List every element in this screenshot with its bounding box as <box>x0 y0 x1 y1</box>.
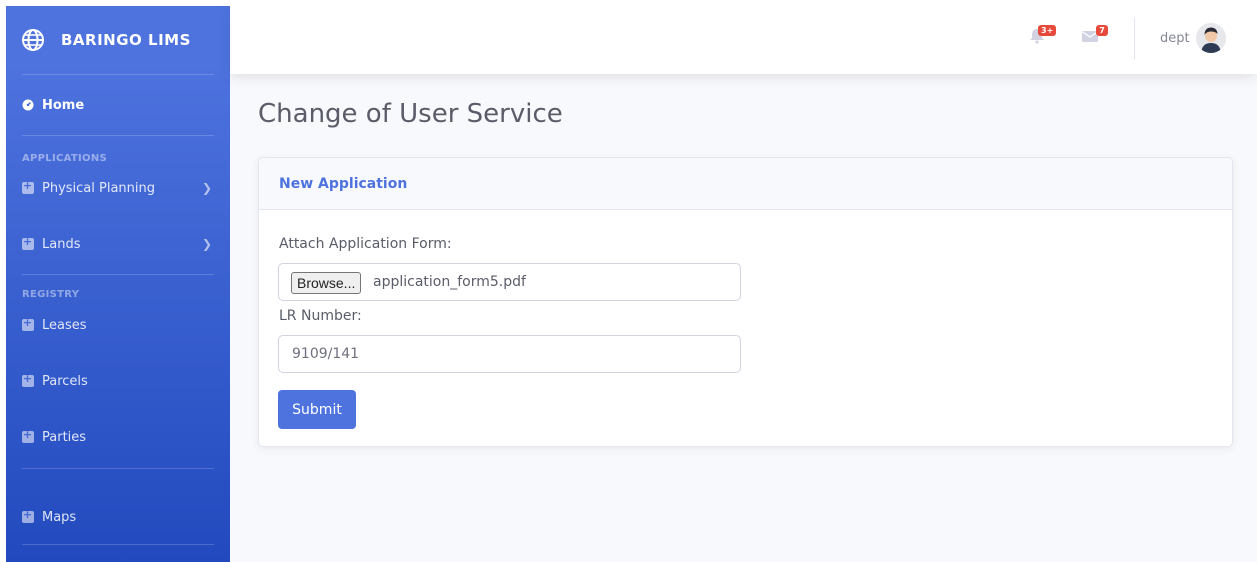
page-title: Change of User Service <box>258 99 563 129</box>
sidebar-item-home[interactable]: Home <box>6 75 230 135</box>
sidebar-item-label: Parcels <box>42 373 88 389</box>
app-frame: BARINGO LIMS Home APPLICATIONS Physical … <box>6 6 1257 562</box>
sidebar-item-parties[interactable]: Parties <box>6 416 230 458</box>
selected-file-name: application_form5.pdf <box>373 274 526 290</box>
sidebar-brand[interactable]: BARINGO LIMS <box>6 6 230 74</box>
lr-number-input[interactable] <box>278 335 741 373</box>
sidebar-item-physical-planning[interactable]: Physical Planning ❯ <box>6 168 230 208</box>
avatar[interactable] <box>1196 23 1226 53</box>
sidebar-heading-applications: APPLICATIONS <box>22 153 108 164</box>
sidebar-item-label: Leases <box>42 317 87 333</box>
sidebar-item-parcels[interactable]: Parcels <box>6 360 230 402</box>
sidebar-item-label: Home <box>42 97 85 113</box>
sidebar-item-label: Parties <box>42 429 87 445</box>
attach-form-label: Attach Application Form: <box>279 236 452 252</box>
sidebar-item-maps[interactable]: Maps <box>6 496 230 538</box>
sidebar-item-leases[interactable]: Leases <box>6 304 230 346</box>
sidebar-item-lands[interactable]: Lands ❯ <box>6 228 230 260</box>
chevron-right-icon: ❯ <box>201 237 212 251</box>
globe-icon <box>22 29 44 51</box>
alerts-badge: 3+ <box>1038 25 1057 36</box>
plus-square-icon <box>22 179 34 194</box>
submit-button[interactable]: Submit <box>278 390 356 429</box>
browse-button[interactable]: Browse... <box>291 272 362 294</box>
user-name[interactable]: dept <box>1160 31 1190 46</box>
file-input[interactable]: Browse... application_form5.pdf <box>278 263 741 301</box>
sidebar-heading-registry: REGISTRY <box>22 289 80 300</box>
sidebar-item-label: Physical Planning <box>42 180 156 196</box>
brand-title: BARINGO LIMS <box>61 31 191 49</box>
dashboard-icon <box>22 99 34 111</box>
sidebar: BARINGO LIMS Home APPLICATIONS Physical … <box>6 6 230 562</box>
plus-square-icon <box>22 235 34 250</box>
sidebar-divider <box>22 544 214 545</box>
topbar-divider <box>1134 18 1135 60</box>
plus-square-icon <box>22 316 34 331</box>
card-header: New Application <box>259 158 1232 210</box>
sidebar-item-label: Maps <box>42 509 77 525</box>
new-application-card: New Application Attach Application Form:… <box>258 157 1233 447</box>
topbar: 3+ 7 dept <box>230 6 1257 74</box>
user-avatar-icon <box>1196 23 1226 53</box>
plus-square-icon <box>22 372 34 387</box>
plus-square-icon <box>22 428 34 443</box>
plus-square-icon <box>22 508 34 523</box>
card-title: New Application <box>279 175 408 192</box>
lr-number-label: LR Number: <box>279 308 362 324</box>
chevron-right-icon: ❯ <box>201 181 212 195</box>
messages-badge: 7 <box>1096 25 1108 36</box>
sidebar-item-label: Lands <box>42 236 81 252</box>
